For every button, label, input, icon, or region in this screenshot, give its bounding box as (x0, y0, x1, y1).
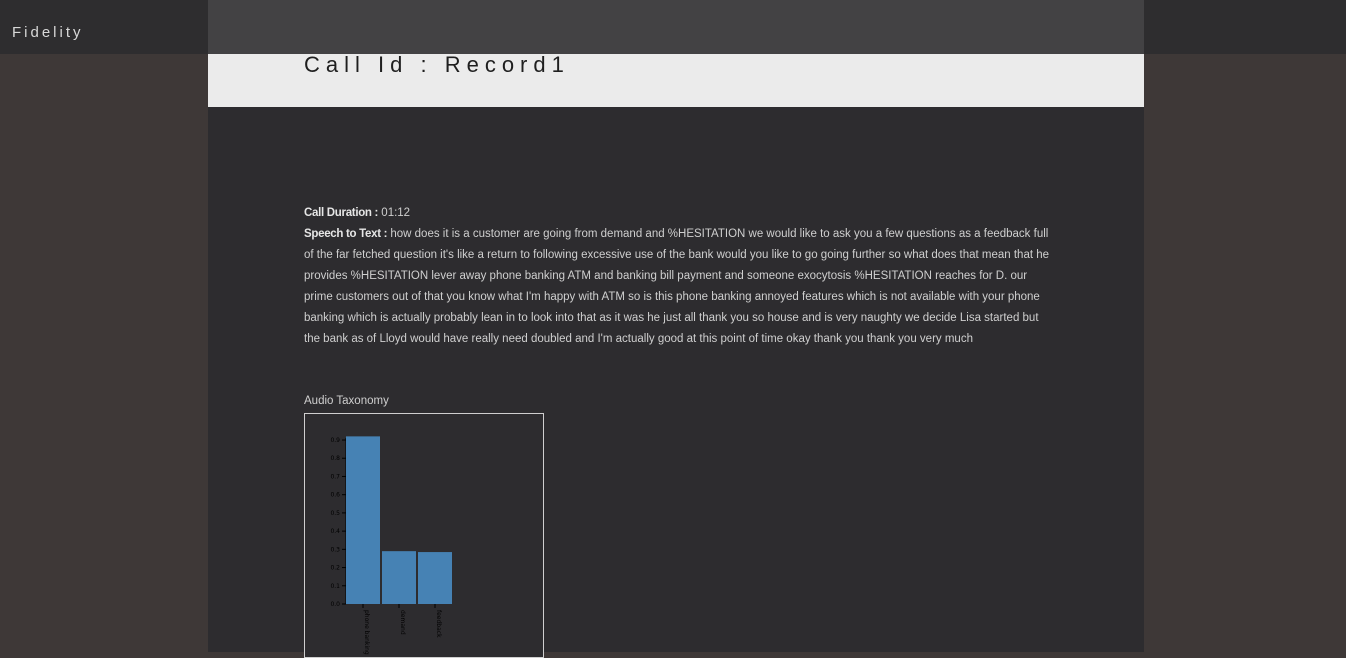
y-tick-label: 0.3 (330, 546, 340, 553)
speech-to-text-value: how does it is a customer are going from… (304, 228, 1050, 345)
brand-link[interactable]: Fidelity (12, 24, 84, 41)
header-strip (208, 0, 1144, 54)
y-tick-label: 0.2 (330, 565, 340, 572)
audio-taxonomy-label: Audio Taxonomy (304, 395, 389, 407)
call-details: Call Duration : 01:12 Speech to Text : h… (304, 203, 1050, 350)
bar (382, 551, 416, 604)
call-duration-label: Call Duration : (304, 207, 379, 219)
y-tick-label: 0.6 (330, 492, 340, 499)
y-tick-label: 0.9 (330, 437, 340, 444)
y-tick-label: 0.7 (330, 473, 340, 480)
bar (346, 436, 380, 604)
y-tick-label: 0.8 (330, 455, 340, 462)
page-title: Call Id : Record1 (304, 52, 570, 77)
call-duration-row: Call Duration : 01:12 (304, 203, 1050, 224)
y-tick-label: 0.1 (330, 583, 340, 590)
y-tick-label: 0.4 (330, 528, 340, 535)
y-tick-label: 0.0 (330, 601, 340, 608)
chart-svg: 0.0 0.1 0.2 0.3 0.4 0.5 0.6 0.7 0.8 0.9 phone bank… (330, 436, 452, 655)
x-tick-label: feedback (435, 610, 442, 638)
bar (418, 552, 452, 604)
x-tick-label: phone banking (363, 610, 370, 655)
speech-to-text-label: Speech to Text : (304, 228, 388, 240)
call-duration-value: 01:12 (381, 207, 411, 219)
x-tick-label: demand (399, 610, 406, 635)
title-bar: Call Id : Record1 (208, 54, 1144, 107)
audio-taxonomy-chart: 0.0 0.1 0.2 0.3 0.4 0.5 0.6 0.7 0.8 0.9 phone bank… (304, 413, 544, 658)
y-tick-label: 0.5 (330, 510, 340, 517)
speech-to-text-row: Speech to Text : how does it is a custom… (304, 224, 1050, 350)
